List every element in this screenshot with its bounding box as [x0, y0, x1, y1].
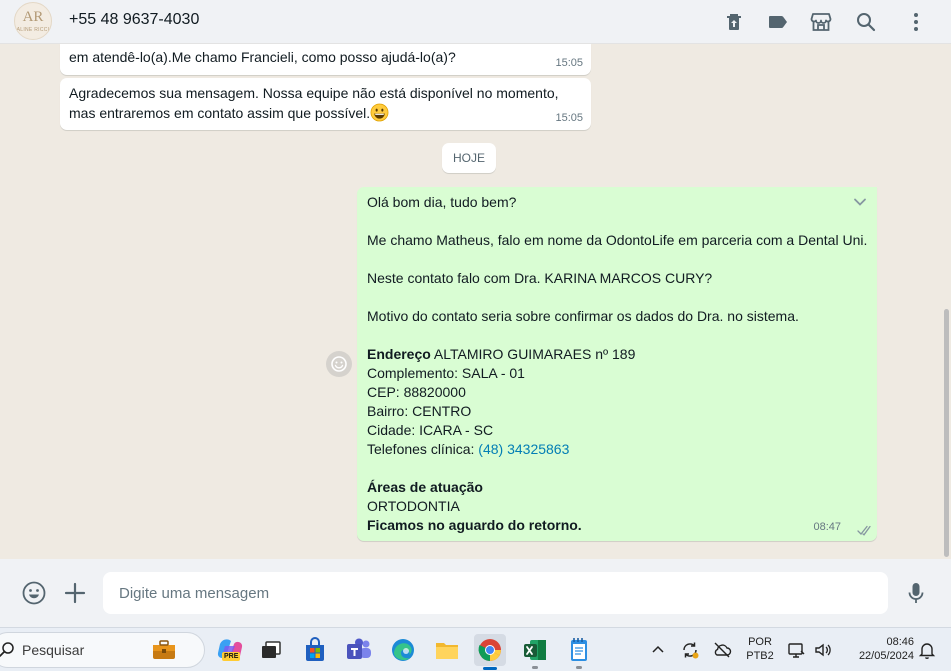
attach-plus-icon[interactable] [62, 580, 88, 606]
search-icon [0, 642, 14, 657]
clock-date: 22/05/2024 [858, 650, 914, 662]
complemento-line: Complemento: SALA - 01 [367, 365, 525, 381]
delete-icon[interactable] [722, 10, 746, 34]
message-greeting: Olá bom dia, tudo bem? [367, 194, 517, 210]
message-time: 15:05 [555, 57, 583, 69]
avatar-subtext: ALINE RICCI [16, 27, 50, 33]
contact-name[interactable]: +55 48 9637-4030 [69, 11, 199, 29]
language-bottom: PTB2 [746, 650, 774, 662]
briefcase-icon[interactable] [151, 639, 177, 661]
message-composer [0, 559, 951, 627]
windows-taskbar: Pesquisar PRE POR PTB2 08:46 22/05/2024 [0, 627, 951, 671]
task-view-icon[interactable] [256, 634, 288, 666]
language-indicator[interactable]: POR PTB2 [745, 635, 775, 663]
date-divider: HOJE [442, 143, 496, 173]
edge-browser-icon[interactable] [387, 634, 419, 666]
sync-icon[interactable] [680, 640, 700, 660]
running-indicator [576, 666, 582, 669]
volume-icon[interactable] [813, 640, 833, 660]
message-text: mas entraremos em contato assim que poss… [69, 105, 371, 121]
copilot-app-icon[interactable]: PRE [214, 634, 246, 666]
avatar-mark: AR [22, 9, 44, 25]
notification-bell-icon[interactable] [917, 640, 937, 660]
label-icon[interactable] [766, 10, 790, 34]
chrome-app-icon[interactable] [474, 634, 506, 670]
bairro-line: Bairro: CENTRO [367, 403, 472, 419]
cep-line: CEP: 88820000 [367, 384, 466, 400]
chevron-up-icon[interactable] [648, 640, 668, 660]
phone-label: Telefones clínica: [367, 441, 479, 457]
phone-line: Telefones clínica: (48) 34325863 [367, 440, 569, 459]
areas-value: ORTODONTIA [367, 498, 460, 514]
monitor-icon[interactable] [787, 640, 807, 660]
store-icon[interactable] [809, 10, 833, 34]
chat-header: AR ALINE RICCI +55 48 9637-4030 [0, 0, 951, 44]
message-text: em atendê-lo(a).Me chamo Francieli, como… [69, 49, 456, 65]
cidade-line: Cidade: ICARA - SC [367, 422, 494, 438]
search-icon[interactable] [854, 10, 878, 34]
scrollbar-thumb[interactable] [944, 309, 949, 557]
message-input[interactable] [103, 572, 888, 614]
double-check-icon [857, 525, 871, 536]
message-reason: Motivo do contato seria sobre confirmar … [367, 308, 799, 324]
message-text: Agradecemos sua mensagem. Nossa equipe n… [69, 85, 559, 101]
language-top: POR [748, 636, 772, 648]
message-intro: Me chamo Matheus, falo em nome da Odonto… [367, 232, 868, 248]
clock[interactable]: 08:46 22/05/2024 [842, 635, 914, 663]
incoming-message[interactable]: Agradecemos sua mensagem. Nossa equipe n… [60, 78, 591, 130]
pre-badge: PRE [222, 652, 241, 661]
address-line: Endereço ALTAMIRO GUIMARAES nº 189 [367, 345, 635, 364]
contact-avatar[interactable]: AR ALINE RICCI [14, 2, 52, 40]
message-time: 15:05 [555, 112, 583, 124]
address-label: Endereço [367, 346, 431, 362]
active-indicator [483, 667, 497, 670]
clock-time: 08:46 [886, 636, 914, 648]
cloud-offline-icon[interactable] [712, 640, 732, 660]
closing-line: Ficamos no aguardo do retorno. [367, 517, 582, 533]
message-text-line-2: mas entraremos em contato assim que poss… [69, 103, 389, 123]
running-indicator [532, 666, 538, 669]
grinning-face-emoji-icon [370, 103, 389, 122]
notepad-app-icon[interactable] [563, 634, 595, 669]
microsoft-store-icon[interactable] [299, 634, 331, 666]
excel-app-icon[interactable] [519, 634, 551, 669]
address-value: ALTAMIRO GUIMARAES nº 189 [430, 346, 636, 362]
react-emoji-button[interactable] [326, 351, 352, 377]
chat-scrollbar[interactable] [943, 44, 950, 559]
teams-app-icon[interactable] [343, 634, 375, 666]
taskbar-search[interactable]: Pesquisar [0, 632, 205, 668]
chevron-down-icon[interactable] [852, 194, 868, 210]
message-time: 08:47 [813, 521, 841, 533]
emoji-icon[interactable] [21, 580, 47, 606]
outgoing-message[interactable]: Olá bom dia, tudo bem? Me chamo Matheus,… [357, 187, 877, 541]
menu-icon[interactable] [904, 10, 928, 34]
message-question: Neste contato falo com Dra. KARINA MARCO… [367, 270, 713, 286]
microphone-icon[interactable] [903, 580, 929, 606]
search-label: Pesquisar [22, 642, 85, 658]
file-explorer-icon[interactable] [431, 634, 463, 666]
areas-label: Áreas de atuação [367, 479, 483, 495]
incoming-message[interactable]: em atendê-lo(a).Me chamo Francieli, como… [60, 44, 591, 75]
phone-link[interactable]: (48) 34325863 [478, 441, 569, 457]
chat-area[interactable]: em atendê-lo(a).Me chamo Francieli, como… [0, 44, 951, 559]
